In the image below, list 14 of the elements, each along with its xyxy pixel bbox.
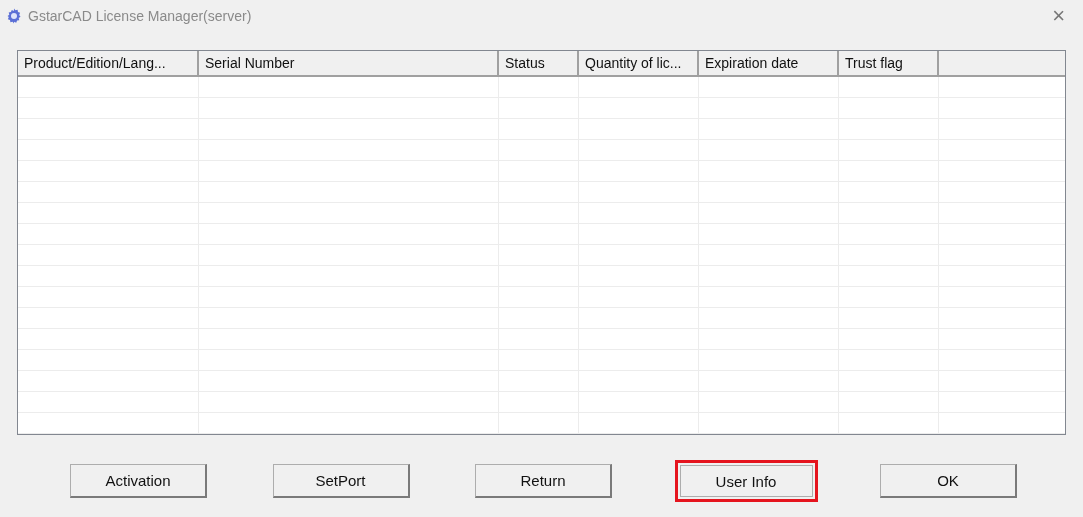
column-header[interactable]: Quantity of lic... [579,51,699,75]
column-header[interactable]: Serial Number [199,51,499,75]
gear-icon [6,8,22,24]
dialog-button[interactable]: Return [475,464,612,498]
window-title: GstarCAD License Manager(server) [28,8,253,24]
dialog-button[interactable]: Activation [70,464,207,498]
column-header[interactable]: Trust flag [839,51,939,75]
column-header[interactable]: Status [499,51,579,75]
dialog-button[interactable]: OK [880,464,1017,498]
dialog-button[interactable]: User Info [674,460,818,502]
dialog-button[interactable]: SetPort [272,464,410,498]
column-header[interactable]: Expiration date [699,51,839,75]
close-button[interactable]: × [1040,5,1077,27]
column-header[interactable]: Product/Edition/Lang... [18,51,199,75]
